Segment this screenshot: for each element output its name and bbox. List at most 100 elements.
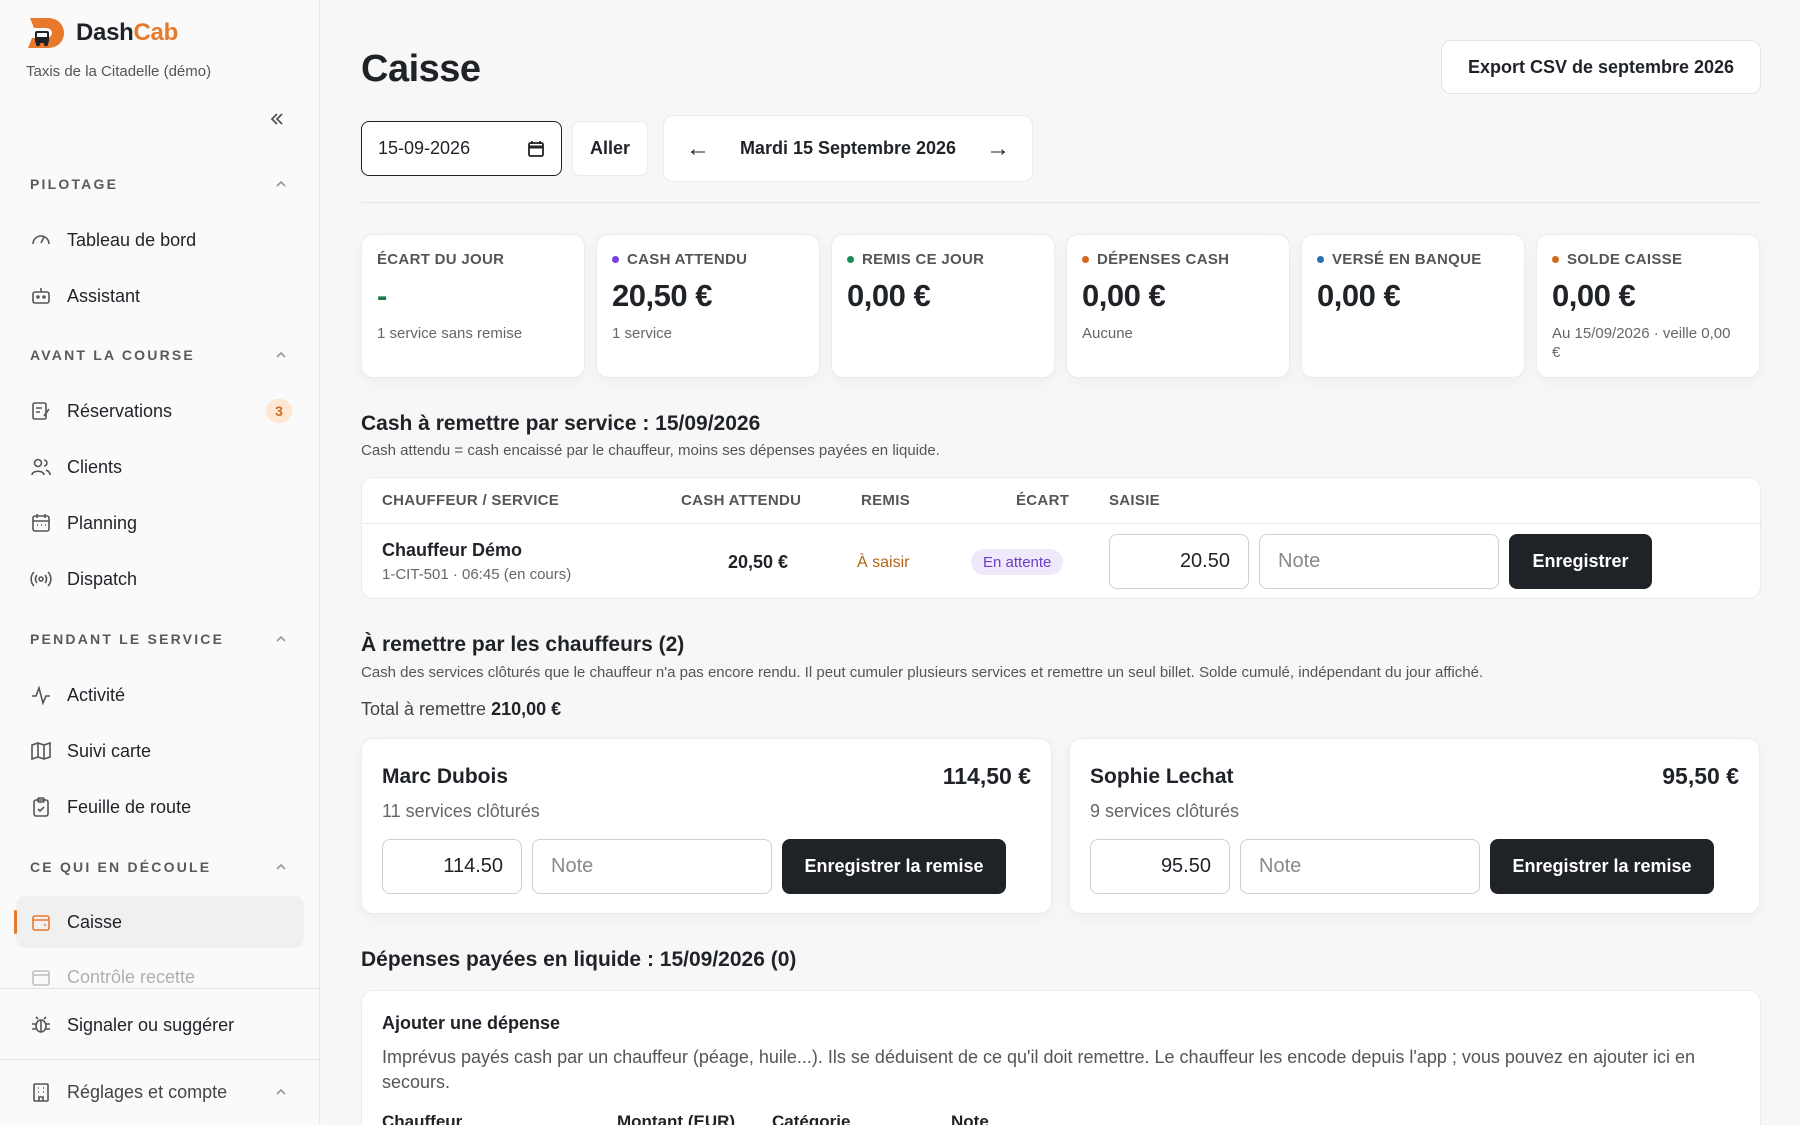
status-dot [847, 256, 854, 263]
amount-input[interactable]: 20.50 [1109, 534, 1249, 589]
chevron-up-icon [276, 635, 286, 642]
previous-day-button[interactable]: ← [686, 135, 710, 163]
driver-amount: 95,50 € [1662, 763, 1739, 789]
closed-services-count: 9 services clôturés [1090, 801, 1240, 821]
building-icon [33, 1083, 49, 1102]
save-remittance-button[interactable]: Enregistrer la remise [782, 839, 1006, 894]
calendar-icon[interactable] [527, 140, 545, 158]
driver-name: Sophie Lechat [1090, 765, 1234, 788]
kpi-sub: Aucune [1082, 325, 1133, 342]
driver-amount: 114,50 € [942, 763, 1031, 789]
kpi-sub: Au 15/09/2026 · veille 0,00 € [1552, 325, 1731, 361]
column-header: CASH ATTENDU [681, 492, 802, 509]
driver-name: Chauffeur Démo [382, 540, 523, 560]
sidebar-item-activity[interactable]: Activité [16, 669, 304, 721]
section-ce-qui-en-decoule[interactable]: CE QUI EN DÉCOULE [30, 859, 288, 875]
driver-remittance-card: Marc Dubois 114,50 € 11 services clôturé… [361, 738, 1052, 914]
receipt-icon [32, 970, 50, 986]
remittance-amount-input[interactable]: 114.50 [382, 839, 522, 894]
chevron-up-icon [276, 180, 286, 187]
status-dot [1082, 256, 1089, 263]
sidebar-item-clients[interactable]: Clients [16, 441, 304, 493]
gauge-icon [32, 235, 50, 245]
kpi-value: 0,00 € [1082, 278, 1166, 313]
closed-services-count: 11 services clôturés [382, 801, 540, 821]
sidebar-item-reservations[interactable]: Réservations 3 [16, 385, 304, 437]
sidebar-item-assistant[interactable]: Assistant [16, 270, 304, 322]
driver-remittance-card: Sophie Lechat 95,50 € 9 services clôturé… [1069, 738, 1760, 914]
drivers-section-subtitle: Cash des services clôturés que le chauff… [361, 664, 1484, 681]
kpi-value: 0,00 € [1317, 278, 1401, 313]
sidebar-item-cashbox[interactable]: Caisse [14, 896, 304, 948]
export-csv-button[interactable]: Export CSV de septembre 2026 [1441, 40, 1761, 94]
go-button[interactable]: Aller [572, 121, 648, 176]
column-header: CHAUFFEUR / SERVICE [382, 492, 560, 509]
status-dot [1552, 256, 1559, 263]
kpi-daily-gap: ÉCART DU JOUR - 1 service sans remise [361, 234, 585, 378]
remittance-note-input[interactable]: Note [1240, 839, 1480, 894]
save-button[interactable]: Enregistrer [1509, 534, 1652, 589]
service-section-subtitle: Cash attendu = cash encaissé par le chau… [361, 442, 940, 459]
clipboard-check-icon [33, 797, 49, 817]
chevron-up-icon [276, 1088, 286, 1095]
bug-icon [32, 1016, 50, 1033]
organization-name: Taxis de la Citadelle (démo) [26, 63, 212, 80]
field-label-category: Catégorie [772, 1112, 851, 1125]
column-header: SAISIE [1109, 492, 1160, 509]
sidebar-divider [0, 1059, 320, 1060]
note-input[interactable]: Note [1259, 534, 1499, 589]
remittance-amount-input[interactable]: 95.50 [1090, 839, 1230, 894]
date-value: 15-09-2026 [378, 138, 471, 158]
service-section-title: Cash à remettre par service : 15/09/2026 [361, 412, 761, 435]
collapse-sidebar-icon[interactable] [266, 108, 288, 130]
kpi-bank-deposit: VERSÉ EN BANQUE 0,00 € [1301, 234, 1525, 378]
sidebar-item-dashboard[interactable]: Tableau de bord [16, 214, 304, 266]
next-day-button[interactable]: → [986, 135, 1010, 163]
chevron-up-icon [276, 863, 286, 870]
kpi-cash-balance: SOLDE CAISSE 0,00 € Au 15/09/2026 · veil… [1536, 234, 1760, 378]
row-divider [362, 523, 1762, 524]
sidebar-item-dispatch[interactable]: Dispatch [16, 553, 304, 605]
remittance-note-input[interactable]: Note [532, 839, 772, 894]
remitted-status: À saisir [857, 554, 910, 571]
sidebar-item-revenue-check[interactable]: Contrôle recette [16, 953, 304, 987]
status-dot [1317, 256, 1324, 263]
wallet-icon [32, 915, 50, 931]
robot-icon [32, 288, 50, 304]
sidebar-item-report[interactable]: Signaler ou suggérer [16, 999, 304, 1051]
section-avant-la-course[interactable]: AVANT LA COURSE [30, 347, 288, 363]
status-dot [612, 256, 619, 263]
sidebar-item-map[interactable]: Suivi carte [16, 725, 304, 777]
edit-document-icon [32, 402, 50, 420]
save-remittance-button[interactable]: Enregistrer la remise [1490, 839, 1714, 894]
brand[interactable]: DashCab [26, 16, 178, 50]
calendar-icon [32, 514, 50, 532]
section-pilotage[interactable]: PILOTAGE [30, 176, 288, 192]
column-header: ÉCART [1016, 492, 1070, 509]
page-title: Caisse [361, 48, 481, 90]
status-badge: En attente [971, 549, 1064, 575]
date-input[interactable]: 15-09-2026 [361, 121, 562, 176]
map-icon [31, 741, 51, 761]
sidebar-item-planning[interactable]: Planning [16, 497, 304, 549]
sidebar-item-roadsheet[interactable]: Feuille de route [16, 781, 304, 833]
brand-name: DashCab [76, 19, 178, 46]
kpi-value: 0,00 € [1552, 278, 1636, 313]
drivers-section-title: À remettre par les chauffeurs (2) [361, 633, 685, 656]
expenses-section-title: Dépenses payées en liquide : 15/09/2026 … [361, 948, 797, 971]
section-pendant-le-service[interactable]: PENDANT LE SERVICE [30, 631, 288, 647]
total-to-remit: Total à remettre 210,00 € [361, 699, 562, 719]
service-meta: 1-CIT-501 · 06:45 (en cours) [382, 566, 572, 583]
sidebar: DashCab Taxis de la Citadelle (démo) PIL… [0, 0, 320, 1125]
sidebar-divider [0, 988, 320, 989]
field-label-amount: Montant (EUR) [617, 1112, 736, 1125]
users-icon [31, 458, 51, 476]
sidebar-item-settings[interactable]: Réglages et compte [16, 1066, 304, 1118]
kpi-sub: 1 service [612, 325, 673, 342]
kpi-value: 0,00 € [847, 278, 931, 313]
field-label-note: Note [951, 1112, 989, 1125]
kpi-expected-cash: CASH ATTENDU 20,50 € 1 service [596, 234, 820, 378]
column-header: REMIS [861, 492, 911, 509]
divider [361, 202, 1761, 203]
field-label-driver: Chauffeur [382, 1112, 463, 1125]
